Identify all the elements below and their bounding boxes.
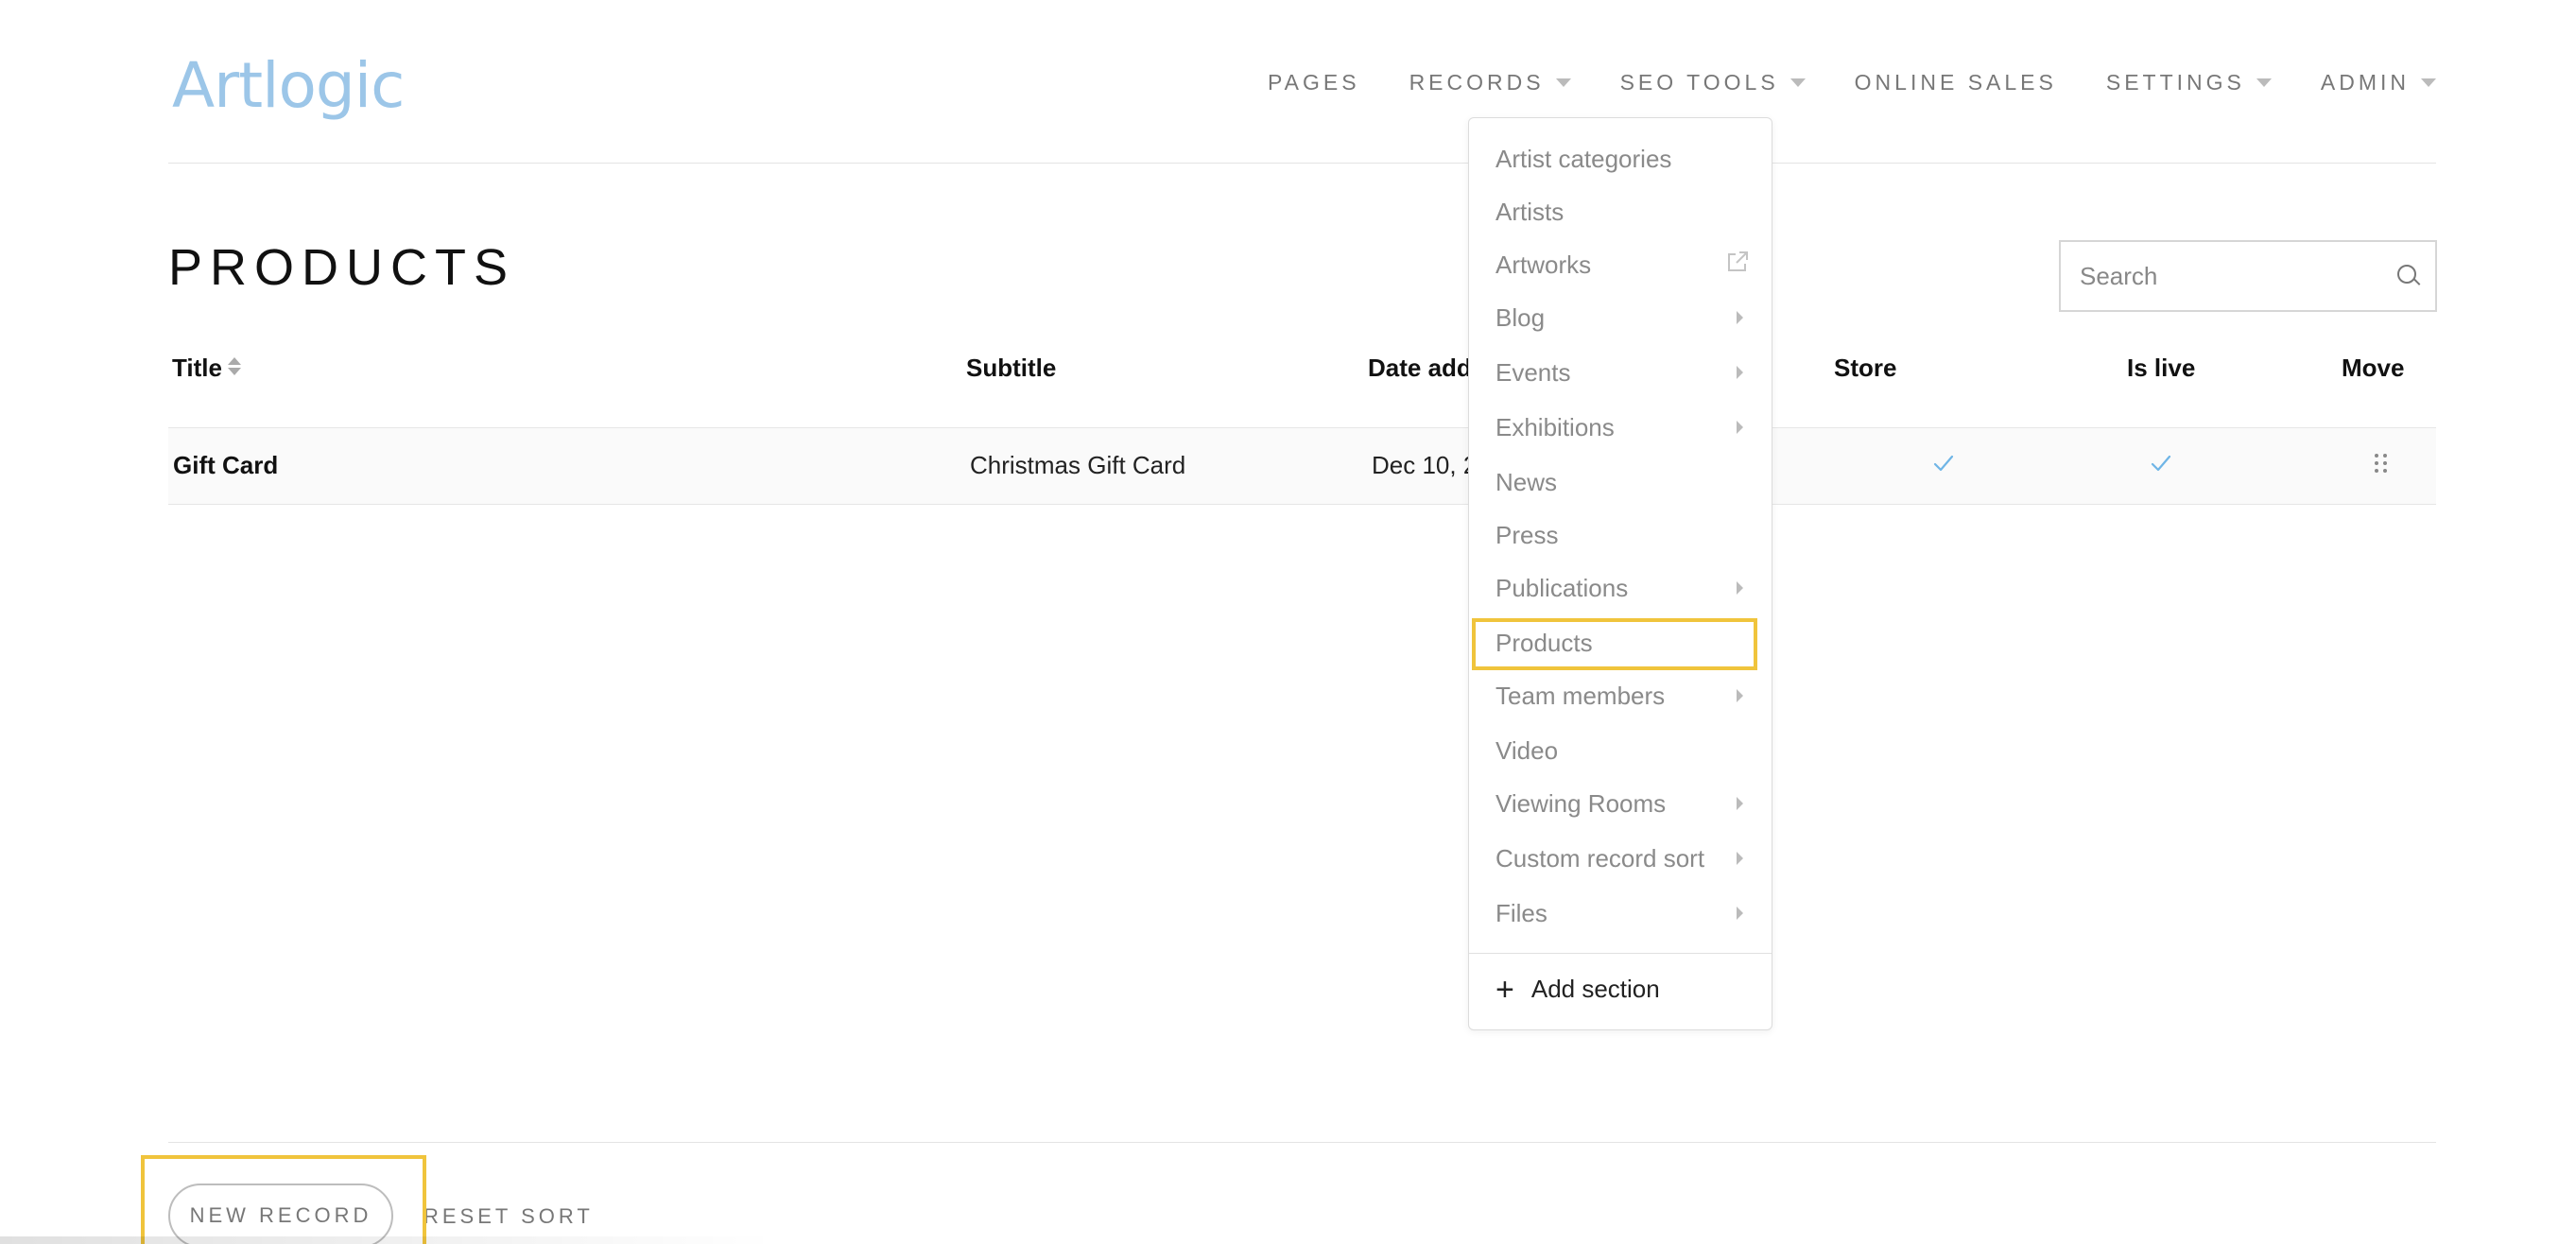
- nav-admin[interactable]: ADMIN: [2321, 70, 2436, 95]
- footer-divider: [168, 1142, 2436, 1143]
- sort-icon[interactable]: [227, 357, 241, 376]
- column-header-date-added[interactable]: Date add: [1368, 354, 1472, 383]
- plus-icon: +: [1495, 971, 1514, 1008]
- cell-title[interactable]: Gift Card: [173, 451, 278, 480]
- chevron-down-icon: [1789, 78, 1806, 87]
- column-header-subtitle[interactable]: Subtitle: [966, 354, 1056, 383]
- column-header-store[interactable]: Store: [1834, 354, 1896, 383]
- nav-settings[interactable]: SETTINGS: [2106, 70, 2272, 95]
- nav-admin-label: ADMIN: [2320, 70, 2410, 95]
- nav-records[interactable]: RECORDS: [1409, 70, 1571, 95]
- menu-item-artist-categories[interactable]: Artist categories: [1495, 145, 1671, 174]
- menu-item-artworks[interactable]: Artworks: [1495, 251, 1591, 280]
- column-header-title-label: Title: [172, 354, 222, 382]
- nav-online-sales[interactable]: ONLINE SALES: [1855, 70, 2057, 95]
- chevron-right-icon: [1737, 907, 1743, 920]
- menu-item-files[interactable]: Files: [1495, 899, 1547, 928]
- column-header-title[interactable]: Title: [172, 354, 241, 383]
- main-nav: PAGES RECORDS SEO TOOLS ONLINE SALES SET…: [1219, 70, 2436, 95]
- page-title: PRODUCTS: [168, 239, 516, 296]
- table-row[interactable]: [168, 427, 2436, 505]
- reset-sort-button[interactable]: RESET SORT: [424, 1204, 594, 1229]
- records-dropdown-menu: Artist categories Artists Artworks Blog …: [1468, 117, 1772, 1030]
- external-link-icon[interactable]: [1724, 249, 1751, 275]
- nav-seo-tools[interactable]: SEO TOOLS: [1620, 70, 1806, 95]
- menu-item-news[interactable]: News: [1495, 468, 1557, 497]
- menu-item-custom-record-sort[interactable]: Custom record sort: [1495, 844, 1704, 873]
- menu-item-events[interactable]: Events: [1495, 358, 1571, 388]
- new-record-highlight: [141, 1155, 426, 1244]
- chevron-right-icon: [1737, 581, 1743, 595]
- bottom-shadow: [0, 1236, 775, 1244]
- is-live-check-icon[interactable]: [2150, 452, 2172, 475]
- menu-item-artists[interactable]: Artists: [1495, 198, 1564, 227]
- chevron-down-icon: [2421, 78, 2436, 87]
- chevron-right-icon: [1737, 366, 1743, 379]
- chevron-right-icon: [1737, 852, 1743, 865]
- nav-settings-label: SETTINGS: [2105, 70, 2245, 95]
- chevron-right-icon: [1737, 421, 1743, 434]
- search-input[interactable]: [2080, 261, 2396, 291]
- nav-pages-label: PAGES: [1268, 70, 1360, 95]
- add-section-button[interactable]: + Add section: [1495, 971, 1660, 1008]
- nav-pages[interactable]: PAGES: [1268, 70, 1360, 95]
- cell-date-added: Dec 10, 2: [1372, 451, 1478, 479]
- menu-item-publications[interactable]: Publications: [1495, 574, 1628, 603]
- search-box: [2059, 240, 2437, 312]
- menu-item-exhibitions[interactable]: Exhibitions: [1495, 413, 1615, 442]
- store-check-icon[interactable]: [1932, 452, 1955, 475]
- menu-divider: [1469, 953, 1772, 954]
- column-header-is-live[interactable]: Is live: [2127, 354, 2195, 383]
- drag-handle-icon[interactable]: [2375, 454, 2388, 475]
- products-highlight: [1472, 618, 1757, 670]
- add-section-label: Add section: [1530, 975, 1660, 1003]
- chevron-right-icon: [1737, 797, 1743, 810]
- menu-item-team-members[interactable]: Team members: [1495, 682, 1665, 711]
- menu-item-press[interactable]: Press: [1495, 521, 1558, 550]
- artlogic-logo[interactable]: Artlogic: [172, 49, 405, 122]
- chevron-right-icon: [1737, 689, 1743, 702]
- column-header-move: Move: [2342, 354, 2405, 382]
- search-icon[interactable]: [2396, 264, 2416, 288]
- nav-seo-tools-label: SEO TOOLS: [1619, 70, 1779, 95]
- nav-online-sales-label: ONLINE SALES: [1854, 70, 2057, 95]
- menu-item-viewing-rooms[interactable]: Viewing Rooms: [1495, 789, 1666, 819]
- chevron-down-icon: [2256, 78, 2272, 87]
- chevron-right-icon: [1737, 311, 1743, 324]
- header-divider: [168, 163, 2436, 164]
- chevron-down-icon: [1555, 78, 1571, 87]
- menu-item-video[interactable]: Video: [1495, 736, 1558, 766]
- cell-subtitle: Christmas Gift Card: [970, 451, 1186, 479]
- nav-records-label: RECORDS: [1409, 70, 1545, 95]
- menu-item-blog[interactable]: Blog: [1495, 303, 1545, 333]
